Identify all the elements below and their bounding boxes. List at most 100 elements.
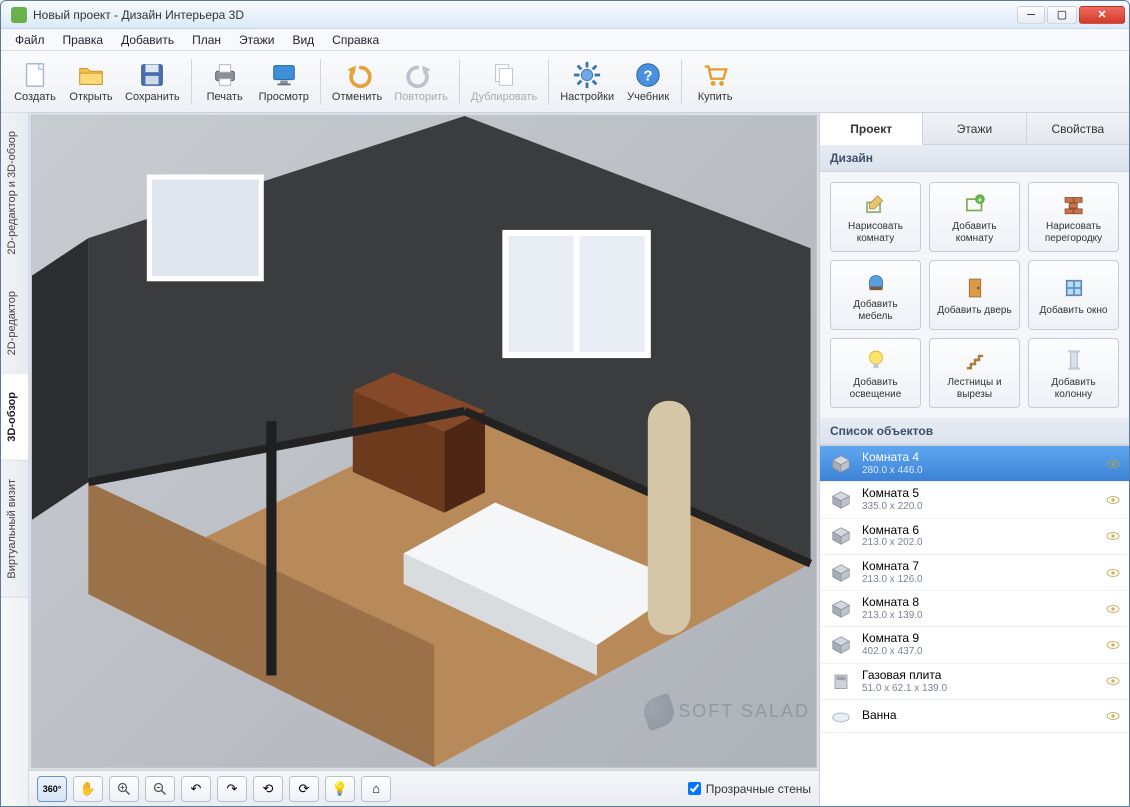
settings-button[interactable]: Настройки bbox=[554, 54, 620, 110]
add-furn-button[interactable]: Добавить мебель bbox=[830, 260, 921, 330]
duplicate-button: Дублировать bbox=[465, 54, 543, 110]
save-button[interactable]: Сохранить bbox=[119, 54, 186, 110]
view-zoom-out-button[interactable] bbox=[145, 776, 175, 802]
view-light-button[interactable]: 💡 bbox=[325, 776, 355, 802]
add-door-button[interactable]: Добавить дверь bbox=[929, 260, 1020, 330]
add-light-button[interactable]: Добавить освещение bbox=[830, 338, 921, 408]
object-dimensions: 213.0 x 202.0 bbox=[862, 537, 1097, 549]
toolbar-label: Дублировать bbox=[471, 91, 537, 103]
object-row[interactable]: Комната 6 213.0 x 202.0 bbox=[820, 519, 1129, 555]
menu-0[interactable]: Файл bbox=[7, 31, 53, 49]
design-btn-label: Нарисовать комнату bbox=[835, 221, 916, 244]
print-button[interactable]: Печать bbox=[197, 54, 253, 110]
transparent-walls-checkbox[interactable]: Прозрачные стены bbox=[688, 782, 811, 796]
object-dimensions: 402.0 x 437.0 bbox=[862, 646, 1097, 658]
left-tab-2d3d[interactable]: 2D-редактор и 3D-обзор bbox=[1, 113, 28, 273]
titlebar: Новый проект - Дизайн Интерьера 3D ─ ▢ ✕ bbox=[1, 1, 1129, 29]
visibility-eye-icon[interactable] bbox=[1105, 492, 1121, 508]
left-tab-virtual[interactable]: Виртуальный визит bbox=[1, 461, 28, 598]
right-tab-Проект[interactable]: Проект bbox=[820, 113, 923, 145]
object-row[interactable]: Ванна bbox=[820, 700, 1129, 733]
toolbar-separator bbox=[191, 59, 192, 105]
right-tab-Свойства[interactable]: Свойства bbox=[1027, 113, 1129, 144]
design-btn-label: Добавить комнату bbox=[934, 221, 1015, 244]
object-row[interactable]: Комната 9 402.0 x 437.0 bbox=[820, 627, 1129, 663]
object-list[interactable]: Комната 4 280.0 x 446.0 Комната 5 335.0 … bbox=[820, 445, 1129, 806]
design-btn-label: Нарисовать перегородку bbox=[1033, 221, 1114, 244]
object-text: Газовая плита 51.0 x 62.1 x 139.0 bbox=[862, 669, 1097, 694]
minimize-button[interactable]: ─ bbox=[1017, 6, 1045, 24]
scene-3d bbox=[32, 116, 816, 767]
object-text: Комната 6 213.0 x 202.0 bbox=[862, 524, 1097, 549]
visibility-eye-icon[interactable] bbox=[1105, 637, 1121, 653]
left-tab-2d[interactable]: 2D-редактор bbox=[1, 273, 28, 374]
door-icon bbox=[961, 274, 989, 302]
visibility-eye-icon[interactable] bbox=[1105, 565, 1121, 581]
visibility-eye-icon[interactable] bbox=[1105, 708, 1121, 724]
copy-icon bbox=[488, 60, 520, 90]
object-name: Комната 8 bbox=[862, 596, 1097, 610]
close-button[interactable]: ✕ bbox=[1079, 6, 1125, 24]
maximize-button[interactable]: ▢ bbox=[1047, 6, 1077, 24]
transparent-walls-label: Прозрачные стены bbox=[706, 782, 811, 796]
toolbar-separator bbox=[320, 59, 321, 105]
object-dimensions: 51.0 x 62.1 x 139.0 bbox=[862, 683, 1097, 695]
toolbar-label: Настройки bbox=[560, 91, 614, 103]
object-text: Комната 7 213.0 x 126.0 bbox=[862, 560, 1097, 585]
add-room-button[interactable]: + Добавить комнату bbox=[929, 182, 1020, 252]
viewport-3d[interactable]: SOFT SALAD bbox=[31, 115, 817, 768]
object-row[interactable]: Комната 5 335.0 x 220.0 bbox=[820, 482, 1129, 518]
view-orbit-y-button[interactable]: ⟳ bbox=[289, 776, 319, 802]
visibility-eye-icon[interactable] bbox=[1105, 456, 1121, 472]
object-row[interactable]: Комната 4 280.0 x 446.0 bbox=[820, 446, 1129, 482]
add-column-button[interactable]: Добавить колонну bbox=[1028, 338, 1119, 408]
objects-header: Список объектов bbox=[820, 418, 1129, 445]
view-rot-right-button[interactable]: ↷ bbox=[217, 776, 247, 802]
design-grid: Нарисовать комнату + Добавить комнату Нарис… bbox=[820, 172, 1129, 418]
help-icon: ? bbox=[632, 60, 664, 90]
bricks-icon bbox=[1060, 190, 1088, 218]
stairs-button[interactable]: Лестницы и вырезы bbox=[929, 338, 1020, 408]
disk-icon bbox=[136, 60, 168, 90]
menu-5[interactable]: Вид bbox=[284, 31, 322, 49]
tutorial-button[interactable]: ?Учебник bbox=[620, 54, 676, 110]
draw-wall-button[interactable]: Нарисовать перегородку bbox=[1028, 182, 1119, 252]
visibility-eye-icon[interactable] bbox=[1105, 601, 1121, 617]
object-name: Комната 7 bbox=[862, 560, 1097, 574]
visibility-eye-icon[interactable] bbox=[1105, 673, 1121, 689]
menu-1[interactable]: Правка bbox=[55, 31, 112, 49]
object-row[interactable]: Газовая плита 51.0 x 62.1 x 139.0 bbox=[820, 664, 1129, 700]
menu-3[interactable]: План bbox=[184, 31, 229, 49]
object-row[interactable]: Комната 8 213.0 x 139.0 bbox=[820, 591, 1129, 627]
view-360-button[interactable]: 360° bbox=[37, 776, 67, 802]
box-icon bbox=[828, 525, 854, 547]
open-button[interactable]: Открыть bbox=[63, 54, 119, 110]
create-button[interactable]: Создать bbox=[7, 54, 63, 110]
box-icon bbox=[828, 453, 854, 475]
buy-button[interactable]: Купить bbox=[687, 54, 743, 110]
view-orbit-x-button[interactable]: ⟲ bbox=[253, 776, 283, 802]
main-area: 2D-редактор и 3D-обзор2D-редактор3D-обзо… bbox=[1, 113, 1129, 806]
view-zoom-in-button[interactable] bbox=[109, 776, 139, 802]
left-tab-3d[interactable]: 3D-обзор bbox=[1, 374, 28, 461]
transparent-walls-input[interactable] bbox=[688, 782, 701, 795]
undo-button[interactable]: Отменить bbox=[326, 54, 388, 110]
view-rot-left-button[interactable]: ↶ bbox=[181, 776, 211, 802]
object-row[interactable]: Комната 7 213.0 x 126.0 bbox=[820, 555, 1129, 591]
object-dimensions: 213.0 x 139.0 bbox=[862, 610, 1097, 622]
view-home-button[interactable]: ⌂ bbox=[361, 776, 391, 802]
preview-button[interactable]: Просмотр bbox=[253, 54, 315, 110]
menu-4[interactable]: Этажи bbox=[231, 31, 282, 49]
visibility-eye-icon[interactable] bbox=[1105, 528, 1121, 544]
box-icon bbox=[828, 598, 854, 620]
box-icon bbox=[828, 634, 854, 656]
plus-room-icon: + bbox=[961, 190, 989, 218]
menu-2[interactable]: Добавить bbox=[113, 31, 182, 49]
bulb-icon bbox=[862, 346, 890, 374]
view-pan-button[interactable]: ✋ bbox=[73, 776, 103, 802]
menu-6[interactable]: Справка bbox=[324, 31, 387, 49]
draw-room-button[interactable]: Нарисовать комнату bbox=[830, 182, 921, 252]
add-window-button[interactable]: Добавить окно bbox=[1028, 260, 1119, 330]
right-tab-Этажи[interactable]: Этажи bbox=[923, 113, 1026, 144]
box-icon bbox=[828, 489, 854, 511]
